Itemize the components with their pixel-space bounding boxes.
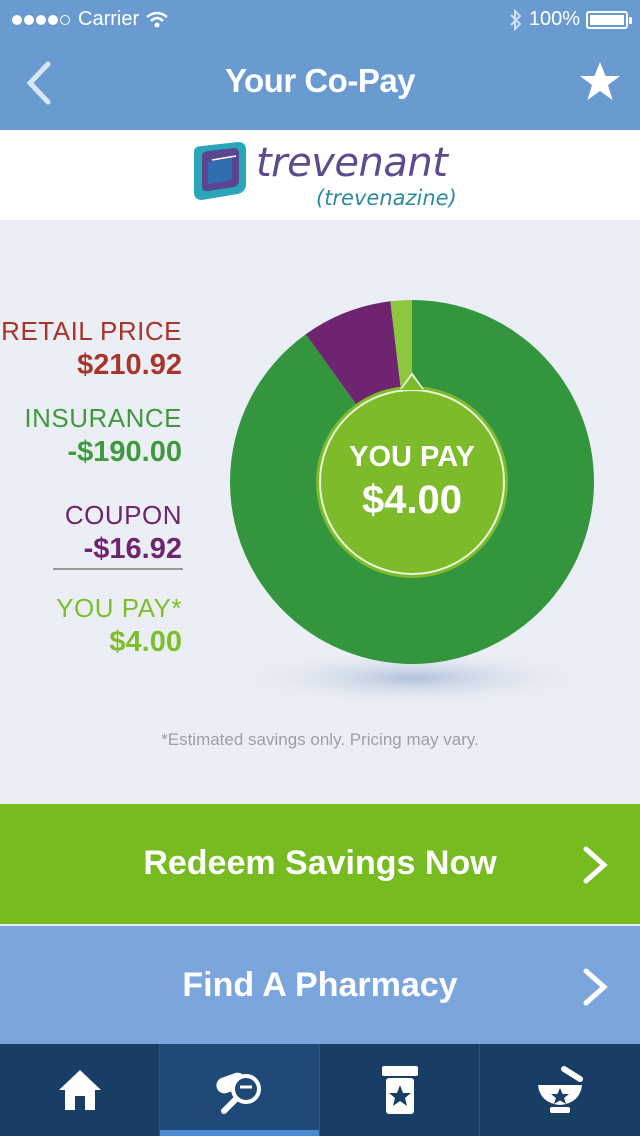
you-pay-label: YOU PAY* — [56, 593, 182, 623]
insurance-label: INSURANCE — [24, 403, 182, 433]
insurance-value: -$190.00 — [67, 436, 183, 468]
nav-bar: Your Co-Pay — [0, 40, 640, 130]
footnote: *Estimated savings only. Pricing may var… — [161, 730, 479, 749]
battery-percent: 100% — [528, 8, 580, 30]
coupon-value: -$16.92 — [83, 533, 182, 565]
carrier-label: Carrier — [78, 8, 140, 30]
retail-price-item: RETAIL PRICE $210.92 — [1, 316, 182, 382]
pill-search-icon — [215, 1072, 261, 1114]
prescription-star-icon — [381, 1066, 418, 1114]
tab-pharmacy[interactable] — [480, 1044, 640, 1136]
battery-icon — [586, 10, 632, 29]
coupon-item: COUPON -$16.92 — [65, 500, 182, 566]
brand-logo-icon — [194, 142, 246, 200]
signal-dots-icon — [12, 8, 72, 31]
center-value: $4.00 — [362, 478, 462, 522]
chevron-right-icon — [583, 968, 608, 1006]
home-icon — [58, 1070, 101, 1110]
generic-name: (trevenazine) — [316, 186, 457, 210]
brand-header: trevenant (trevenazine) — [0, 130, 640, 220]
retail-price-label: RETAIL PRICE — [1, 316, 182, 346]
mortar-pestle-icon — [538, 1066, 583, 1113]
you-pay-value: $4.00 — [109, 626, 182, 658]
tab-bar — [0, 1044, 640, 1136]
retail-price-value: $210.92 — [77, 349, 182, 381]
find-pharmacy-label: Find A Pharmacy — [182, 966, 458, 1004]
divider — [53, 568, 183, 570]
coupon-label: COUPON — [64, 500, 182, 530]
tab-search-drug[interactable] — [160, 1044, 320, 1136]
copay-pie-chart: YOU PAY $4.00 — [228, 300, 598, 706]
wifi-icon — [146, 11, 168, 27]
redeem-savings-label: Redeem Savings Now — [143, 844, 497, 882]
brand-name: trevenant — [256, 140, 448, 186]
status-bar: Carrier 100% — [0, 0, 640, 40]
page-title: Your Co-Pay — [224, 62, 416, 99]
bluetooth-icon — [510, 8, 522, 31]
chevron-right-icon — [583, 846, 608, 884]
tab-home[interactable] — [0, 1044, 160, 1136]
you-pay-item: YOU PAY* $4.00 — [56, 593, 182, 659]
star-icon[interactable] — [578, 60, 622, 104]
tab-prescriptions[interactable] — [320, 1044, 480, 1136]
insurance-item: INSURANCE -$190.00 — [24, 403, 182, 469]
center-label: YOU PAY — [349, 441, 475, 473]
find-pharmacy-button[interactable]: Find A Pharmacy — [0, 926, 640, 1044]
redeem-savings-button[interactable]: Redeem Savings Now — [0, 804, 640, 924]
